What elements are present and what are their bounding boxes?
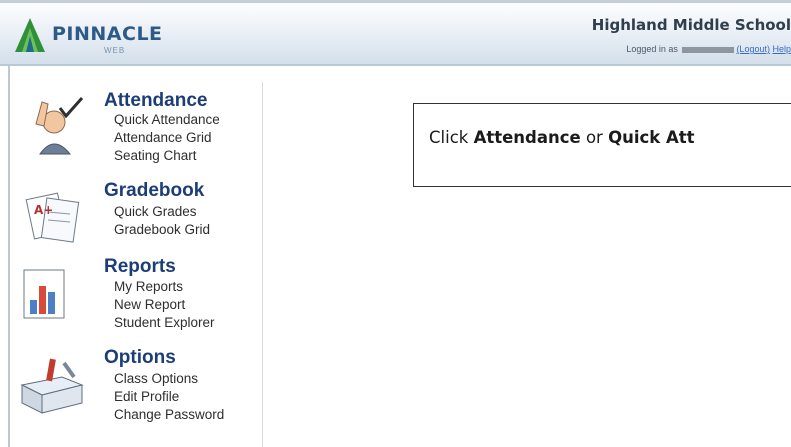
top-header-bar: PINNACLE WEB Highland Middle School Logg… (0, 0, 791, 66)
redacted-username (682, 46, 735, 53)
menu-group-attendance: Attendance Quick Attendance Attendance G… (14, 88, 264, 182)
instruction-quick-attendance: Quick Att (608, 128, 695, 147)
login-prefix: Logged in as (626, 44, 678, 54)
change-password-link[interactable]: Change Password (114, 407, 224, 422)
gradebook-title[interactable]: Gradebook (104, 180, 204, 202)
gradebook-grid-link[interactable]: Gradebook Grid (114, 222, 210, 237)
options-title[interactable]: Options (104, 347, 176, 369)
gradebook-papers-icon: A+ (25, 192, 80, 243)
svg-text:A+: A+ (34, 203, 53, 217)
instruction-text: Click Attendance or Quick Att (429, 128, 695, 147)
logout-link[interactable]: (Logout) (736, 44, 770, 54)
login-status: Logged in as (Logout) Help (626, 44, 791, 54)
student-explorer-link[interactable]: Student Explorer (114, 315, 215, 330)
quick-grades-link[interactable]: Quick Grades (114, 204, 197, 219)
edit-profile-link[interactable]: Edit Profile (114, 389, 179, 404)
menu-group-options: Options Class Options Edit Profile Chang… (14, 347, 264, 437)
options-toolbox-icon (20, 358, 84, 414)
pinnacle-mountain-icon (15, 18, 45, 52)
attendance-check-icon (35, 97, 84, 155)
pinnacle-logo[interactable]: PINNACLE WEB (12, 14, 172, 58)
content-left-border (8, 66, 10, 447)
header-top-line (0, 0, 791, 3)
school-name: Highland Middle School (591, 16, 791, 34)
new-report-link[interactable]: New Report (114, 297, 185, 312)
instruction-attendance: Attendance (473, 128, 581, 147)
instruction-or: or (580, 128, 609, 147)
reports-bar-chart-icon (23, 269, 65, 319)
class-options-link[interactable]: Class Options (114, 371, 198, 386)
attendance-title[interactable]: Attendance (104, 90, 207, 112)
quick-attendance-link[interactable]: Quick Attendance (114, 112, 220, 127)
instruction-prefix: Click (429, 128, 474, 147)
menu-group-gradebook: A+ Gradebook Quick Grades Gradebook Grid (14, 178, 264, 254)
attendance-grid-link[interactable]: Attendance Grid (114, 130, 212, 145)
seating-chart-link[interactable]: Seating Chart (114, 148, 197, 163)
logo-text: PINNACLE (52, 23, 163, 45)
help-link[interactable]: Help (772, 44, 791, 54)
logo-subtext: WEB (104, 46, 126, 55)
menu-group-reports: Reports My Reports New Report Student Ex… (14, 254, 264, 338)
reports-title[interactable]: Reports (104, 256, 176, 278)
my-reports-link[interactable]: My Reports (114, 279, 183, 294)
instruction-callout: Click Attendance or Quick Att (413, 103, 791, 187)
